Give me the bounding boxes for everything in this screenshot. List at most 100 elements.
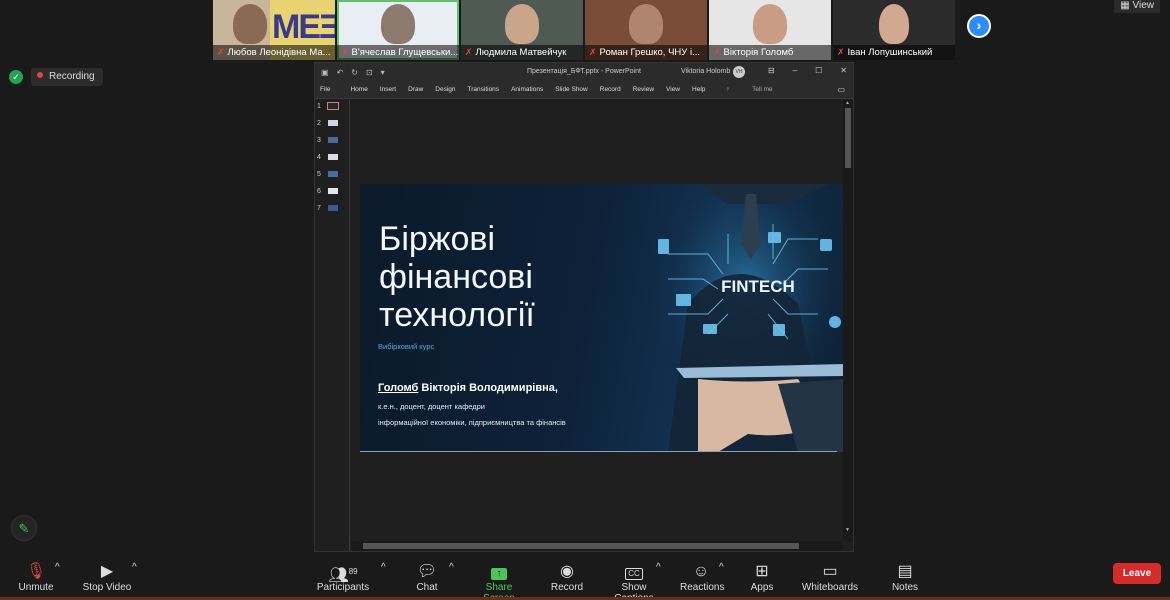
participant-name: Людмила Матвейчук	[475, 47, 567, 58]
participant-video	[629, 4, 663, 44]
customize-dropdown-icon[interactable]: ▾	[381, 68, 385, 77]
slide-thumbnail[interactable]: 4	[315, 151, 349, 168]
tell-me-search[interactable]: ♀ Tell me	[720, 86, 772, 93]
horizontal-scrollbar[interactable]	[351, 541, 843, 551]
maximize-icon[interactable]: ☐	[815, 66, 822, 75]
powerpoint-window: ▣ ↶ ↻ ⊡ ▾ Презентація_БФТ.pptx - PowerPo…	[314, 62, 854, 552]
annotate-pencil-icon[interactable]: ✎	[11, 515, 37, 541]
audio-options-chevron-icon[interactable]: ^	[55, 562, 60, 573]
smiley-icon: ☺︎	[692, 563, 710, 580]
next-page-chevron-icon[interactable]: ›	[967, 14, 991, 38]
redo-icon[interactable]: ↻	[351, 68, 358, 77]
participants-chevron-icon[interactable]: ^	[381, 562, 386, 573]
whiteboard-icon: ▭	[822, 563, 838, 580]
comments-icon[interactable]: ▭	[837, 85, 845, 94]
ribbon-tabs: File Home Insert Draw Design Transitions…	[315, 81, 853, 99]
slide-subtitle[interactable]: Вибірковий курс	[378, 342, 434, 351]
participant-strip: ✗Любов Леонідівна Ма... ✗В'ячеслав Глуще…	[213, 0, 955, 60]
apps-button[interactable]: ⊞ Apps	[748, 562, 776, 593]
participant-tile[interactable]: ✗ Вікторія Голомб	[709, 0, 831, 60]
minimize-icon[interactable]: –	[793, 66, 797, 75]
slide-author[interactable]: Голомб Вікторія Володимирівна,	[378, 382, 558, 394]
slide-author-department[interactable]: інформаційної економіки, підприємництва …	[378, 418, 566, 427]
notes-button[interactable]: ▤ Notes	[890, 562, 920, 593]
reactions-button[interactable]: ☺︎ Reactions	[680, 562, 724, 593]
notes-icon: ▤	[897, 563, 913, 580]
window-controls: ⊟ – ☐ ✕	[768, 66, 847, 75]
start-slideshow-icon[interactable]: ⊡	[366, 68, 373, 77]
muted-mic-icon: ✗	[589, 47, 597, 57]
participant-video	[879, 4, 909, 44]
chat-button[interactable]: 💬︎ Chat	[413, 562, 441, 593]
ribbon-display-icon[interactable]: ⊟	[768, 66, 775, 75]
participant-video	[381, 4, 415, 44]
tab-home[interactable]: Home	[350, 86, 367, 93]
slide-thumbnail[interactable]: 5	[315, 168, 349, 185]
participants-button[interactable]: 👥︎89 Participants	[316, 562, 370, 593]
tab-transitions[interactable]: Transitions	[468, 86, 500, 93]
participants-icon: 👥︎89	[328, 567, 358, 584]
lightbulb-icon: ♀	[725, 86, 731, 93]
undo-icon[interactable]: ↶	[337, 68, 344, 77]
participant-name: В'ячеслав Глущевськи...	[351, 47, 459, 58]
scroll-down-icon[interactable]: ▼	[845, 527, 850, 533]
slide-author-degree[interactable]: к.е.н., доцент, доцент кафедри	[378, 402, 485, 411]
ppt-title-bar: ▣ ↶ ↻ ⊡ ▾ Презентація_БФТ.pptx - PowerPo…	[315, 63, 853, 81]
avatar[interactable]: VH	[733, 66, 745, 78]
vertical-scrollbar[interactable]: ▲ ▼	[843, 100, 853, 541]
tab-help[interactable]: Help	[692, 86, 705, 93]
user-name[interactable]: Viktoria Holomb	[681, 68, 730, 75]
phone-icon	[658, 239, 669, 254]
slide-thumbnail[interactable]: 6	[315, 185, 349, 202]
tab-design[interactable]: Design	[435, 86, 455, 93]
slide-editor-canvas[interactable]: Біржові фінансові технології Вибірковий …	[351, 100, 845, 541]
fintech-label: FINTECH	[721, 277, 795, 296]
participant-tile[interactable]: ✗ Іван Лопушинський	[833, 0, 955, 60]
tab-insert[interactable]: Insert	[380, 86, 396, 93]
tab-record[interactable]: Record	[600, 86, 621, 93]
chat-chevron-icon[interactable]: ^	[449, 562, 454, 573]
view-button[interactable]: ▦ View	[1114, 0, 1160, 13]
chat-bubble-icon: 💬︎	[416, 563, 438, 580]
apps-icon: ⊞	[755, 563, 769, 580]
close-icon[interactable]: ✕	[840, 66, 847, 75]
title-slide[interactable]: Біржові фінансові технології Вибірковий …	[360, 184, 845, 452]
muted-mic-icon: ✗	[837, 47, 845, 57]
unmute-button[interactable]: 🎙︎ Unmute	[15, 562, 57, 593]
participant-tile[interactable]: ✗ Роман Грешко, ЧНУ і...	[585, 0, 707, 60]
participants-count: 89	[348, 567, 358, 576]
stop-video-button[interactable]: ▶︎ Stop Video	[80, 562, 134, 593]
tab-draw[interactable]: Draw	[408, 86, 423, 93]
record-button[interactable]: ◉ Record	[550, 562, 584, 593]
save-icon[interactable]: ▣	[321, 68, 329, 77]
tab-slide-show[interactable]: Slide Show	[555, 86, 588, 93]
security-shield-icon[interactable]: ✓	[9, 70, 23, 84]
tab-file[interactable]: File	[320, 86, 330, 93]
record-dot-icon	[37, 72, 43, 78]
recording-indicator[interactable]: Recording	[31, 68, 103, 86]
slide-thumbnail[interactable]: 2	[315, 117, 349, 134]
captions-chevron-icon[interactable]: ^	[656, 562, 661, 573]
scroll-up-icon[interactable]: ▲	[845, 100, 850, 106]
leave-button[interactable]: Leave	[1113, 563, 1161, 584]
quick-access-toolbar: ▣ ↶ ↻ ⊡ ▾	[315, 68, 385, 77]
participant-tile[interactable]: ✗ Людмила Матвейчук	[461, 0, 583, 60]
users-icon	[676, 294, 691, 306]
tab-animations[interactable]: Animations	[511, 86, 543, 93]
document-icon	[773, 324, 785, 336]
participant-tile[interactable]: ✗Любов Леонідівна Ма...	[213, 0, 335, 60]
muted-mic-icon: 🎙︎	[25, 563, 47, 580]
participant-name: Любов Леонідівна Ма...	[227, 47, 331, 58]
slide-thumbnail[interactable]: 1	[315, 100, 349, 117]
tab-review[interactable]: Review	[633, 86, 654, 93]
participant-tile[interactable]: ✗ В'ячеслав Глущевськи...	[337, 0, 459, 60]
slide-title[interactable]: Біржові фінансові технології	[379, 220, 579, 334]
share-screen-button[interactable]: ↑ Share Screen	[470, 562, 528, 600]
tab-view[interactable]: View	[666, 86, 680, 93]
video-options-chevron-icon[interactable]: ^	[132, 562, 137, 573]
reactions-chevron-icon[interactable]: ^	[719, 562, 724, 573]
zoom-meeting-window: ✗Любов Леонідівна Ма... ✗В'ячеслав Глуще…	[0, 0, 1170, 600]
slide-thumbnail[interactable]: 7	[315, 202, 349, 219]
slide-thumbnail[interactable]: 3	[315, 134, 349, 151]
whiteboards-button[interactable]: ▭ Whiteboards	[800, 562, 860, 593]
